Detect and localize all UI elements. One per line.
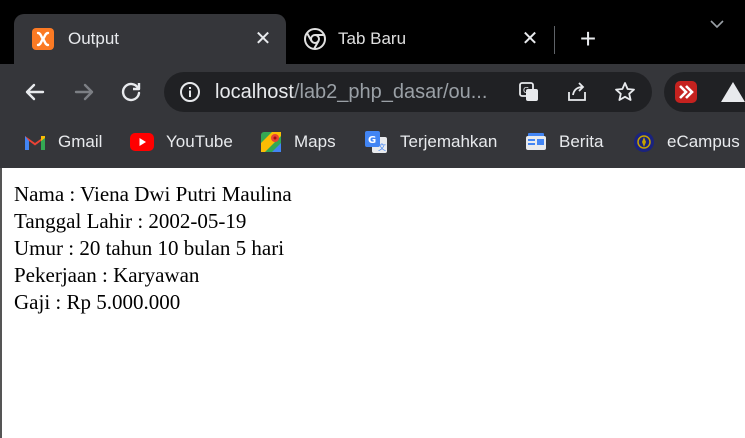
close-tab-icon[interactable]: ✕ [518,27,542,51]
tab-strip: Output ✕ Tab Baru ✕ + [0,0,745,64]
output-line-pekerjaan: Pekerjaan : Karyawan [14,263,200,287]
url-text[interactable]: localhost/lab2_php_dasar/ou... [215,81,497,104]
share-icon[interactable] [565,80,589,104]
bookmark-label: eCampus [667,132,740,151]
output-line-tanggal-lahir: Tanggal Lahir : 2002-05-19 [14,209,247,233]
ecampus-icon [634,132,654,152]
bookmark-gmail[interactable]: Gmail [24,130,102,154]
bookmarks-bar: Gmail YouTube Maps G 文 Terjemahkan Berit… [0,120,745,168]
url-host: localhost [215,81,294,103]
bookmark-maps[interactable]: Maps [260,130,336,154]
extensions-area [664,72,745,112]
bookmark-label: Terjemahkan [400,132,498,151]
url-path: /lab2_php_dasar/ou... [293,81,488,103]
page-viewport: Nama : Viena Dwi Putri Maulina Tanggal L… [0,168,745,438]
star-icon[interactable] [613,80,637,104]
extension-icon[interactable] [674,80,698,104]
tab-output[interactable]: Output ✕ [14,14,286,64]
tab-title: Tab Baru [338,29,407,48]
reload-icon[interactable] [117,78,145,106]
chrome-icon [304,28,326,50]
toolbar: localhost/lab2_php_dasar/ou... G [0,64,745,120]
chevron-down-icon[interactable] [705,12,729,36]
svg-text:文: 文 [378,142,386,152]
bookmark-label: Gmail [58,132,103,151]
news-icon [526,133,546,150]
tab-divider [554,26,555,54]
output-line-umur: Umur : 20 tahun 10 bulan 5 hari [14,236,285,260]
youtube-icon [130,133,154,151]
tab-title: Output [68,29,120,48]
bookmark-berita[interactable]: Berita [525,130,603,154]
close-tab-icon[interactable]: ✕ [251,27,275,51]
bookmark-ecampus[interactable]: eCampus [633,130,740,154]
translate-icon: G 文 [365,131,387,153]
output-line-nama: Nama : Viena Dwi Putri Maulina [14,182,292,206]
new-tab-button[interactable]: + [574,25,602,54]
tab-new[interactable]: Tab Baru ✕ [290,14,552,64]
bookmark-label: YouTube [166,132,233,151]
output-line-gaji: Gaji : Rp 5.000.000 [14,290,181,314]
extension-icon[interactable] [720,81,745,103]
maps-icon [261,132,281,152]
bookmark-label: Maps [294,132,336,151]
forward-icon[interactable] [70,78,98,106]
bookmark-terjemahkan[interactable]: G 文 Terjemahkan [364,130,497,154]
address-bar[interactable]: localhost/lab2_php_dasar/ou... G [164,72,652,112]
svg-text:G: G [368,135,376,146]
gmail-icon [25,136,45,150]
output-content: Nama : Viena Dwi Putri Maulina Tanggal L… [14,181,292,316]
xampp-icon [32,28,54,50]
svg-text:G: G [523,86,529,95]
info-icon[interactable] [179,81,201,103]
bookmark-youtube[interactable]: YouTube [130,130,233,154]
translate-page-icon[interactable]: G [517,80,541,104]
bookmark-label: Berita [559,132,604,151]
back-icon[interactable] [21,78,49,106]
